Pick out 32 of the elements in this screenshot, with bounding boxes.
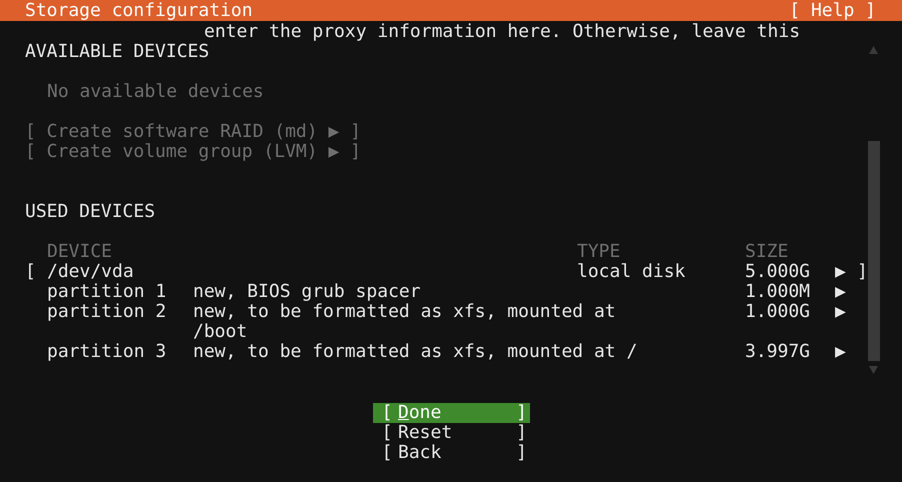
menu-arrow[interactable]: ▶ — [835, 342, 846, 362]
title: Storage configuration — [25, 0, 253, 20]
stray-text: enter the proxy information here. Otherwise, leave this — [204, 21, 800, 42]
scroll-down-icon[interactable] — [869, 366, 878, 374]
scroll-up-icon[interactable] — [869, 46, 878, 54]
partition-name[interactable]: partition 3 — [47, 342, 193, 362]
column-header: DEVICE — [47, 242, 114, 262]
partition-size: 1.000G — [745, 302, 812, 322]
partition-size: 1.000M — [745, 282, 812, 302]
column-header: TYPE — [577, 242, 622, 262]
menu-arrow[interactable]: ▶ — [835, 262, 857, 282]
partition-name[interactable]: partition 1 — [47, 282, 193, 302]
section-heading: USED DEVICES — [25, 201, 156, 222]
device-size: 5.000G — [745, 262, 812, 282]
partition-description: new, BIOS grub spacer — [193, 282, 422, 302]
menu-button[interactable]: [ Done ] — [373, 403, 530, 423]
section-heading: AVAILABLE DEVICES — [25, 41, 210, 62]
menu-button[interactable]: [ Reset ] — [373, 423, 530, 443]
bracket: ] — [857, 262, 868, 282]
menu-arrow[interactable]: ▶ — [835, 282, 846, 302]
scrollbar-thumb[interactable] — [868, 141, 880, 361]
device-name[interactable]: /dev/vda — [47, 262, 577, 282]
empty-message: No available devices — [47, 81, 264, 102]
partition-description: new, to be formatted as xfs, mounted at / — [193, 342, 638, 362]
menu-arrow[interactable]: ▶ — [835, 302, 846, 322]
device-type: local disk — [577, 262, 686, 282]
bracket: [ — [25, 262, 37, 282]
help-button[interactable]: [ Help ] — [789, 0, 876, 20]
column-header: SIZE — [745, 242, 788, 262]
partition-name[interactable]: partition 2 — [47, 302, 193, 322]
menu-button[interactable]: [ Back ] — [373, 443, 530, 463]
partition-size: 3.997G — [745, 342, 812, 362]
